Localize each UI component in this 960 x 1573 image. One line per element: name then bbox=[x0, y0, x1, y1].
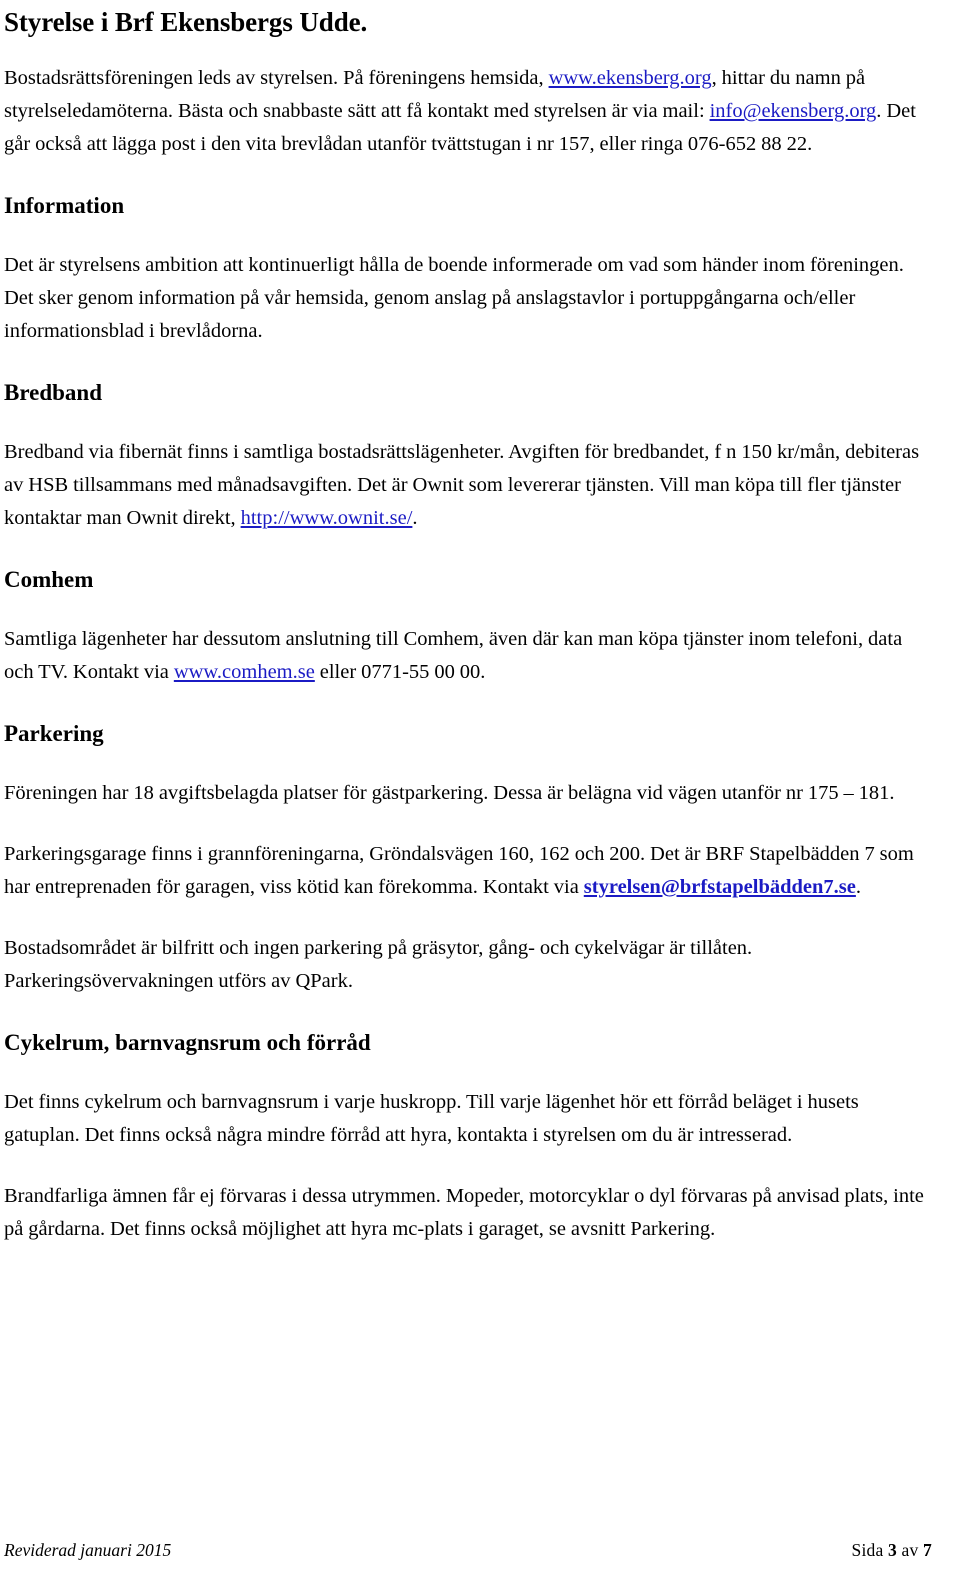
parkering-text-part-2: . bbox=[855, 876, 862, 898]
page-title: Styrelse i Brf Ekensbergs Udde. bbox=[4, 7, 368, 37]
paragraph-comhem: Samtliga lägenheter har dessutom anslutn… bbox=[4, 623, 932, 689]
paragraph-cykelrum-1: Det finns cykelrum och barnvagnsrum i va… bbox=[4, 1091, 859, 1146]
paragraph-parkering-2: Parkeringsgarage finns i grannföreningar… bbox=[4, 838, 932, 904]
heading-comhem: Comhem bbox=[4, 567, 94, 592]
link-ownit[interactable]: http://www.ownit.se/ bbox=[241, 507, 413, 529]
footer-page-label: Sida bbox=[851, 1540, 884, 1560]
paragraph-parkering-1: Föreningen har 18 avgiftsbelagda platser… bbox=[4, 782, 895, 804]
bredband-text-part-1: Bredband via fibernät finns i samtliga b… bbox=[4, 441, 920, 529]
footer-page-of: av bbox=[901, 1540, 919, 1560]
footer-page-indicator: Sida 3 av 7 bbox=[852, 1539, 932, 1561]
intro-paragraph: Bostadsrättsföreningen leds av styrelsen… bbox=[4, 62, 932, 161]
footer-page-number: 3 bbox=[888, 1540, 897, 1560]
heading-information: Information bbox=[4, 193, 125, 218]
paragraph-bredband: Bredband via fibernät finns i samtliga b… bbox=[4, 436, 932, 535]
comhem-text-part-2: eller 0771-55 00 00. bbox=[314, 661, 486, 683]
footer-page-total: 7 bbox=[923, 1540, 932, 1560]
link-ekensberg-email[interactable]: info@ekensberg.org bbox=[710, 100, 877, 122]
link-stapelbadden-email[interactable]: styrelsen@brfstapelbädden7.se bbox=[584, 876, 856, 898]
page-footer: Reviderad januari 2015 Sida 3 av 7 bbox=[4, 1539, 932, 1561]
heading-bredband: Bredband bbox=[4, 380, 103, 405]
link-ekensberg-website[interactable]: www.ekensberg.org bbox=[549, 67, 712, 89]
intro-text-part-1: Bostadsrättsföreningen leds av styrelsen… bbox=[4, 67, 549, 89]
heading-cykelrum: Cykelrum, barnvagnsrum och förråd bbox=[4, 1030, 371, 1055]
paragraph-information: Det är styrelsens ambition att kontinuer… bbox=[4, 254, 904, 342]
link-comhem[interactable]: www.comhem.se bbox=[174, 661, 315, 683]
bredband-text-part-2: . bbox=[412, 507, 418, 529]
document-page: Styrelse i Brf Ekensbergs Udde. Bostadsr… bbox=[0, 5, 960, 1573]
paragraph-parkering-3: Bostadsområdet är bilfritt och ingen par… bbox=[4, 937, 753, 992]
paragraph-cykelrum-2: Brandfarliga ämnen får ej förvaras i des… bbox=[4, 1185, 924, 1240]
footer-revision-date: Reviderad januari 2015 bbox=[4, 1540, 172, 1560]
heading-parkering: Parkering bbox=[4, 721, 104, 746]
